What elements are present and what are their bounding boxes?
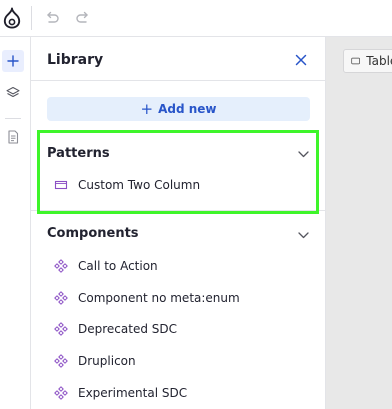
- component-item[interactable]: Druplicon: [54, 351, 136, 371]
- component-item[interactable]: Experimental SDC: [54, 383, 187, 403]
- left-rail: [0, 37, 31, 409]
- component-icon: [54, 322, 68, 336]
- component-icon: [54, 354, 68, 368]
- component-icon: [54, 386, 68, 400]
- top-toolbar: [0, 0, 392, 37]
- toolbar-divider: [31, 6, 32, 30]
- patterns-highlight-box: [37, 130, 319, 214]
- rail-library-button[interactable]: [2, 50, 24, 72]
- page-icon: [8, 130, 19, 144]
- plus-icon: [7, 55, 19, 67]
- library-panel: Library + Add new Patterns Custom Two Co…: [31, 37, 326, 409]
- components-heading[interactable]: Components: [47, 226, 139, 241]
- component-item-label: Component no meta:enum: [78, 291, 240, 305]
- component-icon: [54, 291, 68, 305]
- rail-page-button[interactable]: [2, 126, 24, 148]
- component-item[interactable]: Call to Action: [54, 256, 158, 276]
- component-item-label: Experimental SDC: [78, 386, 188, 400]
- preview-canvas: Tablet: [326, 37, 392, 409]
- component-item[interactable]: Component no meta:enum: [54, 288, 240, 308]
- redo-icon[interactable]: [74, 9, 92, 27]
- rail-divider: [5, 118, 21, 119]
- add-icon: +: [140, 99, 154, 118]
- app-window: Library + Add new Patterns Custom Two Co…: [0, 0, 392, 409]
- library-title: Library: [47, 52, 104, 68]
- device-label: Tablet: [366, 54, 392, 68]
- layers-icon: [6, 86, 20, 98]
- components-chevron-down-icon[interactable]: [298, 232, 309, 239]
- rail-layers-button[interactable]: [2, 82, 24, 104]
- component-icon: [54, 259, 68, 273]
- component-item-label: Druplicon: [78, 354, 136, 368]
- component-item[interactable]: Deprecated SDC: [54, 319, 177, 339]
- close-icon[interactable]: [295, 54, 307, 66]
- tablet-view-button[interactable]: Tablet: [343, 49, 392, 73]
- component-item-label: Call to Action: [78, 259, 158, 273]
- tablet-icon: [351, 57, 360, 65]
- undo-icon[interactable]: [43, 9, 61, 27]
- component-item-label: Deprecated SDC: [78, 322, 177, 336]
- add-new-button[interactable]: + Add new: [47, 97, 310, 121]
- add-new-label: Add new: [158, 102, 217, 116]
- drupal-drop-icon[interactable]: [3, 7, 21, 29]
- library-header: Library: [31, 37, 326, 81]
